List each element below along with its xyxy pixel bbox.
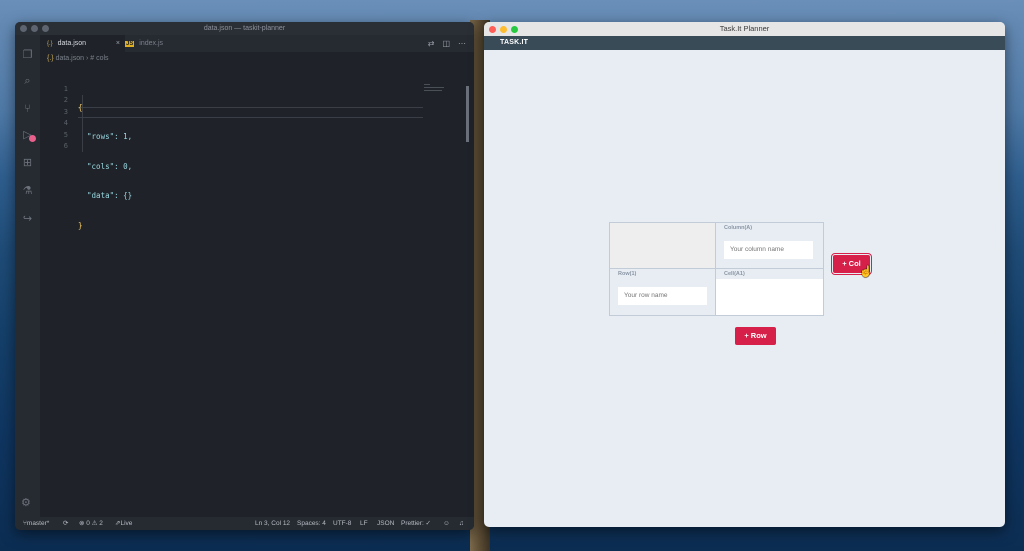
prettier-status[interactable]: Prettier: ✓ [401,517,431,530]
row-label: Row(1) [618,271,637,277]
problems-status[interactable]: ⊗ 0 ⚠ 2 [79,517,103,530]
column-header-cell: Column(A) [716,223,823,269]
vscode-window-title: data.json — taskit-planner [203,25,286,32]
sync-icon[interactable]: ⟳ [63,517,68,530]
close-window-button[interactable] [489,26,496,33]
breadcrumb-symbol[interactable]: cols [96,55,108,62]
code-line: "data": {} [78,191,133,201]
cell-label: Cell(A1) [724,271,745,277]
status-bar: ⑂ master* ⟳ ⊗ 0 ⚠ 2 ⇗ Live Share Ln 3, C… [15,517,474,530]
breadcrumb-file[interactable]: data.json [56,55,84,62]
testing-icon[interactable]: ⚗ [21,185,34,198]
notifications-icon[interactable]: ♫ [459,517,464,530]
grid-cell-a1[interactable]: Cell(A1) [716,269,823,315]
line-number-gutter: 1 2 3 4 5 6 [40,84,68,152]
search-icon[interactable]: ⌕ [21,75,34,88]
source-control-icon[interactable]: ⑂ [21,103,34,116]
tab-label: data.json [57,40,87,47]
window-controls [20,25,49,32]
settings-gear-icon[interactable]: ⚙ [21,496,31,509]
code-editor[interactable]: 1 2 3 4 5 6 { "rows": 1, "cols": 0, "dat… [40,64,474,517]
run-debug-icon[interactable]: ▷ [21,129,34,142]
minimap[interactable] [424,84,462,94]
split-editor-icon[interactable]: ◫ [442,35,450,52]
line-number: 5 [63,130,68,139]
planner-grid: Column(A) Row(1) Cell(A1) [609,222,824,316]
code-line: "rows": 1, [78,132,133,142]
close-window-button[interactable] [20,25,27,32]
code-line: { [78,103,83,112]
line-number: 3 [63,107,68,116]
breadcrumb: {.} data.json › # cols [47,53,109,64]
row-name-input[interactable] [618,287,707,305]
taskit-window-title: Task.It Planner [719,24,770,33]
line-number: 6 [63,141,68,150]
taskit-titlebar: Task.It Planner [484,22,1005,37]
line-number: 4 [63,119,68,128]
breadcrumb-symbol-icon: # [90,55,95,62]
extensions-icon[interactable]: ⊞ [21,157,34,170]
minimize-window-button[interactable] [31,25,38,32]
line-number: 1 [63,85,68,93]
explorer-icon[interactable]: ❐ [21,49,34,62]
more-actions-icon[interactable]: ⋯ [458,35,466,52]
code-content[interactable]: { "rows": 1, "cols": 0, "data": {} } [78,84,458,278]
activity-bar: ❐ ⌕ ⑂ ▷ ⊞ ⚗ ↪ [15,35,40,517]
json-file-icon: {.} [47,41,53,47]
tab-label: index.js [139,40,164,47]
navbar: TASK.IT [484,36,1005,50]
grid-corner-cell [610,223,716,269]
cell-content-area[interactable] [716,279,823,315]
cursor-position[interactable]: Ln 3, Col 12 [255,517,290,530]
encoding[interactable]: UTF-8 [333,517,351,530]
zoom-window-button[interactable] [511,26,518,33]
code-line: } [78,220,83,230]
live-share-icon[interactable]: ↪ [21,213,34,226]
tab-data-json[interactable]: {.} data.json × [40,35,125,52]
line-ending[interactable]: LF [360,517,368,530]
tab-index-js[interactable]: JS index.js [118,35,201,52]
line-number: 2 [63,96,68,105]
vscode-titlebar: data.json — taskit-planner [15,22,474,35]
indentation[interactable]: Spaces: 4 [297,517,326,530]
vscode-window: data.json — taskit-planner ❐ ⌕ ⑂ ▷ ⊞ ⚗ ↪… [15,22,474,530]
live-share-label: Live Share [120,520,133,527]
live-share-status[interactable]: ⇗ Live Share [115,517,132,530]
zoom-window-button[interactable] [42,25,49,32]
editor-actions: ⇄ ◫ ⋯ [428,35,466,52]
editor-tabs: {.} data.json × JS index.js ⇄ ◫ ⋯ [40,35,474,52]
scrollbar[interactable] [466,86,469,142]
js-file-icon: JS [125,41,135,47]
branch-status[interactable]: ⑂ master* [23,517,49,530]
taskit-window: Task.It Planner TASK.IT Column(A) Row(1)… [484,22,1005,527]
brand-logo[interactable]: TASK.IT [500,36,528,50]
language-mode[interactable]: JSON [377,517,394,530]
breadcrumb-separator: › [85,55,89,62]
minimize-window-button[interactable] [500,26,507,33]
column-label: Column(A) [724,225,753,231]
branch-name: master* [26,520,50,527]
open-changes-icon[interactable]: ⇄ [428,35,435,52]
breadcrumb-file-icon: {.} [47,55,54,62]
window-controls [489,26,518,33]
add-row-button[interactable]: + Row [735,327,776,345]
code-line: "cols": 0, [78,161,133,171]
pointer-cursor-icon: ☝ [859,266,873,278]
column-name-input[interactable] [724,241,813,259]
feedback-icon[interactable]: ☺ [443,517,450,530]
row-header-cell: Row(1) [610,269,716,315]
